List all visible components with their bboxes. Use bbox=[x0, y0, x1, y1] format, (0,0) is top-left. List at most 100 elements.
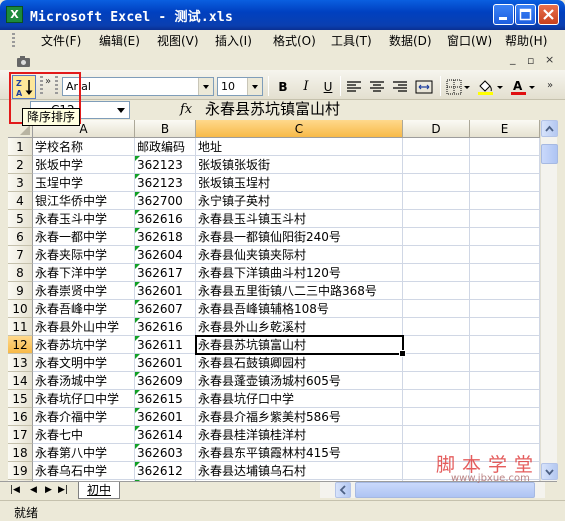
cell-e12[interactable] bbox=[470, 336, 540, 354]
menu-edit[interactable]: 编辑(E) bbox=[99, 33, 140, 49]
cell-d10[interactable] bbox=[403, 300, 470, 318]
column-header-e[interactable]: E bbox=[470, 120, 540, 138]
vertical-scrollbar[interactable] bbox=[540, 120, 558, 481]
cell-d2[interactable] bbox=[403, 156, 470, 174]
cell-d6[interactable] bbox=[403, 228, 470, 246]
camera-icon[interactable] bbox=[16, 54, 32, 68]
close-button[interactable] bbox=[538, 4, 559, 25]
cell-e7[interactable] bbox=[470, 246, 540, 264]
cell-a6[interactable]: 永春一都中学 bbox=[33, 228, 135, 246]
cell-e13[interactable] bbox=[470, 354, 540, 372]
font-name-dropdown-icon[interactable] bbox=[198, 78, 213, 95]
cell-a18[interactable]: 永春第八中学 bbox=[33, 444, 135, 462]
cell-d16[interactable] bbox=[403, 408, 470, 426]
menu-view[interactable]: 视图(V) bbox=[157, 33, 199, 49]
prev-sheet-icon[interactable]: ◀ bbox=[30, 485, 37, 495]
worksheet-grid[interactable]: A B C D E 1 学校名称 邮政编码 地址 2 张坂中学 362123 张坂镇张坂街 3 玉埕中学 36… bbox=[8, 120, 540, 481]
cell-b3[interactable]: 362123 bbox=[135, 174, 196, 192]
cell-b7[interactable]: 362604 bbox=[135, 246, 196, 264]
cell-d8[interactable] bbox=[403, 264, 470, 282]
menu-format[interactable]: 格式(O) bbox=[273, 33, 316, 49]
cell-a14[interactable]: 永春汤城中学 bbox=[33, 372, 135, 390]
cell-c4[interactable]: 永宁镇子英村 bbox=[196, 192, 403, 210]
bold-button[interactable]: B bbox=[274, 78, 292, 96]
formula-input[interactable]: 永春县苏坑镇富山村 bbox=[205, 100, 340, 119]
column-header-c[interactable]: C bbox=[196, 120, 403, 138]
row-header[interactable]: 16 bbox=[8, 408, 33, 426]
cell-b2[interactable]: 362123 bbox=[135, 156, 196, 174]
cell-a13[interactable]: 永春文明中学 bbox=[33, 354, 135, 372]
row-header[interactable]: 4 bbox=[8, 192, 33, 210]
font-name-combo[interactable]: Arial bbox=[62, 77, 214, 96]
align-left-icon[interactable] bbox=[346, 79, 362, 95]
row-header[interactable]: 1 bbox=[8, 138, 33, 156]
cell-b8[interactable]: 362617 bbox=[135, 264, 196, 282]
cell-b11[interactable]: 362616 bbox=[135, 318, 196, 336]
menu-file[interactable]: 文件(F) bbox=[41, 33, 81, 49]
italic-button[interactable]: I bbox=[297, 78, 315, 96]
name-box-dropdown-icon[interactable] bbox=[114, 103, 128, 117]
row-header[interactable]: 8 bbox=[8, 264, 33, 282]
excel-app-icon[interactable]: X bbox=[6, 6, 23, 23]
cell-c5[interactable]: 永春县玉斗镇玉斗村 bbox=[196, 210, 403, 228]
cell-d12[interactable] bbox=[403, 336, 470, 354]
row-header[interactable]: 5 bbox=[8, 210, 33, 228]
toolbar-overflow-chevron-icon[interactable]: » bbox=[547, 80, 553, 91]
cell-a9[interactable]: 永春崇贤中学 bbox=[33, 282, 135, 300]
cell-d1[interactable] bbox=[403, 138, 470, 156]
cell-c7[interactable]: 永春县仙夹镇夹际村 bbox=[196, 246, 403, 264]
borders-icon[interactable] bbox=[446, 79, 472, 95]
row-header[interactable]: 15 bbox=[8, 390, 33, 408]
cell-b16[interactable]: 362601 bbox=[135, 408, 196, 426]
fill-color-icon[interactable] bbox=[477, 78, 505, 96]
row-header[interactable]: 3 bbox=[8, 174, 33, 192]
cell-b4[interactable]: 362700 bbox=[135, 192, 196, 210]
maximize-button[interactable] bbox=[515, 4, 536, 25]
cell-b14[interactable]: 362609 bbox=[135, 372, 196, 390]
cell-d9[interactable] bbox=[403, 282, 470, 300]
cell-e10[interactable] bbox=[470, 300, 540, 318]
minimize-button[interactable] bbox=[493, 4, 514, 25]
cell-c3[interactable]: 张坂镇玉埕村 bbox=[196, 174, 403, 192]
insert-function-icon[interactable]: fx bbox=[180, 102, 192, 117]
cell-a19[interactable]: 永春乌石中学 bbox=[33, 462, 135, 480]
sheet-tab-0[interactable]: 初中 bbox=[78, 482, 121, 499]
row-header[interactable]: 6 bbox=[8, 228, 33, 246]
cell-a10[interactable]: 永春吾峰中学 bbox=[33, 300, 135, 318]
cell-c8[interactable]: 永春县下洋镇曲斗村120号 bbox=[196, 264, 403, 282]
menubar-grip[interactable] bbox=[12, 33, 15, 49]
cell-b10[interactable]: 362607 bbox=[135, 300, 196, 318]
cell-c12[interactable]: 永春县苏坑镇富山村 bbox=[196, 336, 403, 354]
cell-c17[interactable]: 永春县桂洋镇桂洋村 bbox=[196, 426, 403, 444]
cell-e4[interactable] bbox=[470, 192, 540, 210]
cell-e8[interactable] bbox=[470, 264, 540, 282]
cell-a12[interactable]: 永春苏坑中学 bbox=[33, 336, 135, 354]
cell-c13[interactable]: 永春县石鼓镇卿园村 bbox=[196, 354, 403, 372]
cell-e17[interactable] bbox=[470, 426, 540, 444]
cell-b15[interactable]: 362615 bbox=[135, 390, 196, 408]
cell-c15[interactable]: 永春县坑仔口中学 bbox=[196, 390, 403, 408]
cell-c16[interactable]: 永春县介福乡紫美村586号 bbox=[196, 408, 403, 426]
close-workbook-icon[interactable]: × bbox=[545, 53, 554, 66]
scroll-down-button[interactable] bbox=[541, 463, 558, 480]
underline-button[interactable]: U bbox=[319, 78, 337, 96]
cell-e2[interactable] bbox=[470, 156, 540, 174]
cell-a3[interactable]: 玉埕中学 bbox=[33, 174, 135, 192]
cell-a4[interactable]: 银江华侨中学 bbox=[33, 192, 135, 210]
cell-e11[interactable] bbox=[470, 318, 540, 336]
align-center-icon[interactable] bbox=[369, 79, 385, 95]
menu-tools[interactable]: 工具(T) bbox=[331, 33, 372, 49]
row-header[interactable]: 2 bbox=[8, 156, 33, 174]
first-sheet-icon[interactable]: |◀ bbox=[10, 485, 20, 495]
scroll-left-button[interactable] bbox=[335, 482, 351, 498]
font-color-icon[interactable]: A bbox=[510, 78, 536, 96]
cell-a7[interactable]: 永春夹际中学 bbox=[33, 246, 135, 264]
row-header[interactable]: 18 bbox=[8, 444, 33, 462]
cell-c11[interactable]: 永春县外山乡乾溪村 bbox=[196, 318, 403, 336]
cell-b1[interactable]: 邮政编码 bbox=[135, 138, 196, 156]
row-header[interactable]: 11 bbox=[8, 318, 33, 336]
align-right-icon[interactable] bbox=[392, 79, 408, 95]
row-header[interactable]: 10 bbox=[8, 300, 33, 318]
cell-a1[interactable]: 学校名称 bbox=[33, 138, 135, 156]
cell-c1[interactable]: 地址 bbox=[196, 138, 403, 156]
